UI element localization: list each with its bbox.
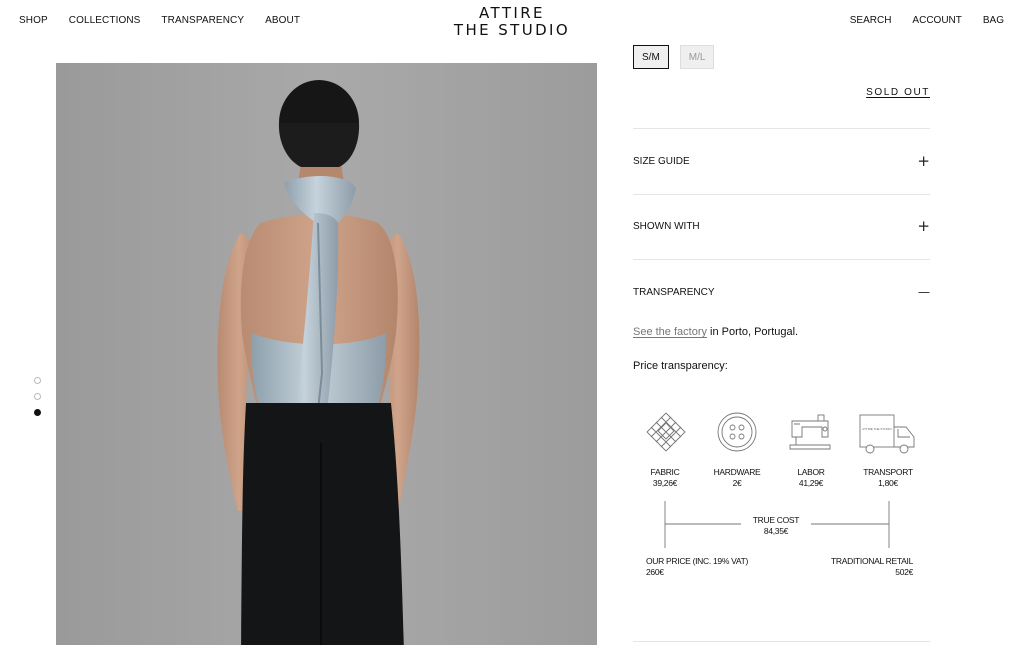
truck-icon: ATTIRE THE STUDIO	[859, 414, 915, 454]
cost-hardware: HARDWARE 2€	[697, 467, 777, 489]
divider	[633, 259, 930, 260]
gallery-dot-3[interactable]	[34, 409, 41, 416]
true-cost-label: TRUE COST	[752, 515, 800, 525]
cost-value: 2€	[732, 478, 742, 488]
product-image[interactable]	[56, 63, 597, 645]
see-factory-link[interactable]: See the factory	[633, 326, 707, 338]
our-price-label: OUR PRICE (INC. 19% VAT)	[646, 556, 749, 566]
size-option-m-l[interactable]: M/L	[679, 45, 715, 69]
cost-transport: TRANSPORT 1,80€	[848, 467, 928, 489]
cost-value: 39,26€	[652, 478, 678, 488]
traditional-retail: TRADITIONAL RETAIL 502€	[813, 556, 913, 578]
cost-label: FABRIC	[650, 467, 680, 477]
our-price-value: 260€	[646, 567, 664, 577]
cost-label: TRANSPORT	[863, 467, 913, 477]
cost-value: 41,29€	[798, 478, 824, 488]
accordion-label: TRANSPARENCY	[633, 286, 715, 298]
factory-line: See the factory in Porto, Portugal.	[633, 326, 798, 338]
cost-label: LABOR	[797, 467, 825, 477]
main-nav: SHOP COLLECTIONS TRANSPARENCY ABOUT	[19, 15, 300, 26]
minus-icon: —	[918, 285, 930, 299]
true-cost-value: 84,35€	[763, 526, 789, 536]
size-selector: S/M M/L	[633, 45, 715, 69]
nav-bag[interactable]: BAG	[983, 15, 1004, 26]
factory-location: in Porto, Portugal.	[707, 326, 799, 338]
retail-label: TRADITIONAL RETAIL	[831, 556, 913, 566]
nav-about[interactable]: ABOUT	[265, 15, 300, 26]
fabric-weave-icon	[646, 412, 686, 452]
divider	[633, 128, 930, 129]
divider	[633, 194, 930, 195]
cost-value: 1,80€	[878, 478, 898, 488]
price-transparency-heading: Price transparency:	[633, 360, 728, 372]
true-cost: TRUE COST 84,35€	[741, 515, 811, 537]
divider	[633, 641, 930, 642]
gallery-dot-2[interactable]	[34, 393, 41, 400]
cost-labor: LABOR 41,29€	[771, 467, 851, 489]
cost-label: HARDWARE	[713, 467, 761, 477]
accordion-label: SIZE GUIDE	[633, 155, 690, 167]
plus-icon: +	[917, 151, 930, 170]
button-icon	[717, 412, 757, 452]
nav-shop[interactable]: SHOP	[19, 15, 48, 26]
accordion-transparency[interactable]: TRANSPARENCY —	[633, 284, 930, 300]
size-option-s-m[interactable]: S/M	[633, 45, 669, 69]
product-detail-panel: S/M M/L SOLD OUT SIZE GUIDE + SHOWN WITH…	[633, 0, 930, 645]
gallery-dot-1[interactable]	[34, 377, 41, 384]
nav-transparency[interactable]: TRANSPARENCY	[161, 15, 244, 26]
our-price: OUR PRICE (INC. 19% VAT) 260€	[646, 556, 748, 578]
sewing-machine-icon	[789, 414, 831, 450]
plus-icon: +	[917, 216, 930, 235]
gallery-pagination	[34, 377, 41, 416]
cost-fabric: FABRIC 39,26€	[625, 467, 705, 489]
accordion-label: SHOWN WITH	[633, 220, 700, 232]
retail-value: 502€	[895, 567, 913, 577]
accordion-size-guide[interactable]: SIZE GUIDE +	[633, 153, 930, 169]
sold-out-button[interactable]: SOLD OUT	[866, 87, 930, 98]
truck-logo-text: ATTIRE THE STUDIO	[862, 427, 892, 431]
accordion-shown-with[interactable]: SHOWN WITH +	[633, 218, 930, 234]
nav-collections[interactable]: COLLECTIONS	[69, 15, 141, 26]
